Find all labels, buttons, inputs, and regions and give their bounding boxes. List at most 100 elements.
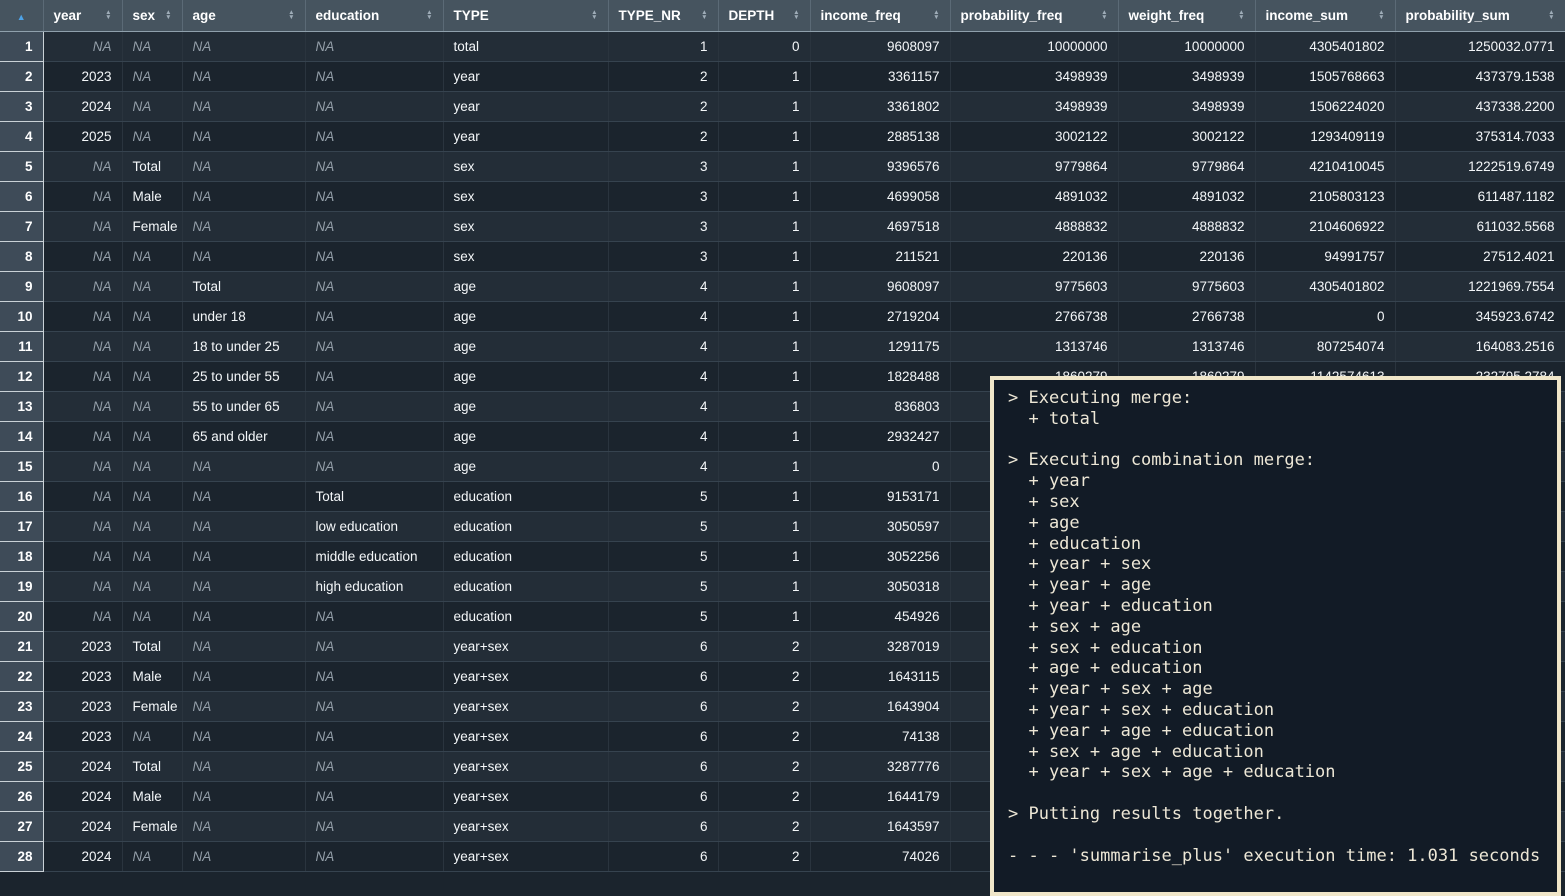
cell-income_freq: 836803 [810, 391, 950, 421]
cell-age: NA [182, 721, 305, 751]
cell-income_freq: 1643904 [810, 691, 950, 721]
cell-year: NA [43, 211, 122, 241]
column-header-probability_freq[interactable]: probability_freq▲▼ [950, 0, 1118, 31]
cell-weight_freq: 4891032 [1118, 181, 1255, 211]
console-line: + year + education [1008, 596, 1549, 617]
column-header-label: education [316, 8, 380, 23]
row-number: 25 [0, 751, 43, 781]
cell-income_freq: 9396576 [810, 151, 950, 181]
cell-education: low education [305, 511, 443, 541]
cell-education: NA [305, 241, 443, 271]
cell-sex: NA [122, 481, 182, 511]
sort-icon: ▲▼ [1101, 10, 1107, 21]
column-header-label: age [193, 8, 216, 23]
cell-probability_freq: 3498939 [950, 61, 1118, 91]
column-header-DEPTH[interactable]: DEPTH▲▼ [718, 0, 810, 31]
row-number: 12 [0, 361, 43, 391]
row-number: 2 [0, 61, 43, 91]
console-line [1008, 783, 1549, 804]
cell-DEPTH: 2 [718, 691, 810, 721]
column-header-sex[interactable]: sex▲▼ [122, 0, 182, 31]
cell-sex: Male [122, 181, 182, 211]
table-row: 32024NANANAyear2133618023498939349893915… [0, 91, 1565, 121]
cell-weight_freq: 220136 [1118, 241, 1255, 271]
cell-DEPTH: 1 [718, 301, 810, 331]
cell-education: NA [305, 601, 443, 631]
column-header-weight_freq[interactable]: weight_freq▲▼ [1118, 0, 1255, 31]
cell-sex: Male [122, 781, 182, 811]
cell-income_sum: 1293409119 [1255, 121, 1395, 151]
row-number: 26 [0, 781, 43, 811]
cell-TYPE_NR: 4 [608, 421, 718, 451]
cell-TYPE_NR: 5 [608, 601, 718, 631]
console-line: + sex + education [1008, 638, 1549, 659]
console-line: + year + age + education [1008, 721, 1549, 742]
cell-year: NA [43, 511, 122, 541]
cell-age: NA [182, 91, 305, 121]
row-number: 24 [0, 721, 43, 751]
cell-income_freq: 2932427 [810, 421, 950, 451]
cell-TYPE: education [443, 511, 608, 541]
cell-TYPE_NR: 5 [608, 481, 718, 511]
cell-DEPTH: 1 [718, 331, 810, 361]
table-row: 42025NANANAyear2128851383002122300212212… [0, 121, 1565, 151]
column-header-TYPE[interactable]: TYPE▲▼ [443, 0, 608, 31]
cell-TYPE: year+sex [443, 841, 608, 871]
column-header-TYPE_NR[interactable]: TYPE_NR▲▼ [608, 0, 718, 31]
cell-income_freq: 3050597 [810, 511, 950, 541]
cell-DEPTH: 2 [718, 781, 810, 811]
cell-DEPTH: 1 [718, 451, 810, 481]
cell-year: 2023 [43, 631, 122, 661]
table-row: 1NANANANAtotal10960809710000000100000004… [0, 31, 1565, 61]
column-header-income_sum[interactable]: income_sum▲▼ [1255, 0, 1395, 31]
column-header-education[interactable]: education▲▼ [305, 0, 443, 31]
cell-TYPE_NR: 4 [608, 271, 718, 301]
cell-education: NA [305, 121, 443, 151]
cell-TYPE: year [443, 121, 608, 151]
cell-age: NA [182, 31, 305, 61]
cell-income_freq: 3361802 [810, 91, 950, 121]
console-line: + age + education [1008, 658, 1549, 679]
row-number: 15 [0, 451, 43, 481]
cell-education: NA [305, 211, 443, 241]
cell-year: 2024 [43, 811, 122, 841]
console-line: > Executing merge: [1008, 388, 1549, 409]
table-row: 7NAFemaleNANAsex314697518488883248888322… [0, 211, 1565, 241]
column-header-income_freq[interactable]: income_freq▲▼ [810, 0, 950, 31]
cell-DEPTH: 1 [718, 241, 810, 271]
row-number: 10 [0, 301, 43, 331]
table-row: 11NANA18 to under 25NAage411291175131374… [0, 331, 1565, 361]
column-header-probability_sum[interactable]: probability_sum▲▼ [1395, 0, 1565, 31]
cell-TYPE: year+sex [443, 721, 608, 751]
cell-age: 25 to under 55 [182, 361, 305, 391]
cell-TYPE: age [443, 361, 608, 391]
cell-income_freq: 3287776 [810, 751, 950, 781]
column-header-age[interactable]: age▲▼ [182, 0, 305, 31]
cell-sex: NA [122, 31, 182, 61]
corner-sort-header[interactable]: ▲ [0, 0, 43, 31]
cell-TYPE_NR: 4 [608, 361, 718, 391]
column-header-year[interactable]: year▲▼ [43, 0, 122, 31]
console-line: + year + sex + age [1008, 679, 1549, 700]
cell-age: 18 to under 25 [182, 331, 305, 361]
cell-TYPE: sex [443, 181, 608, 211]
cell-sex: NA [122, 511, 182, 541]
cell-age: NA [182, 571, 305, 601]
cell-probability_sum: 345923.6742 [1395, 301, 1565, 331]
cell-TYPE: year+sex [443, 751, 608, 781]
cell-TYPE_NR: 4 [608, 331, 718, 361]
column-header-label: probability_sum [1406, 8, 1510, 23]
cell-sex: NA [122, 331, 182, 361]
cell-education: NA [305, 271, 443, 301]
row-number: 17 [0, 511, 43, 541]
cell-year: NA [43, 481, 122, 511]
cell-age: NA [182, 751, 305, 781]
cell-age: NA [182, 601, 305, 631]
cell-income_sum: 1506224020 [1255, 91, 1395, 121]
row-number: 21 [0, 631, 43, 661]
column-header-label: weight_freq [1129, 8, 1205, 23]
cell-TYPE_NR: 6 [608, 781, 718, 811]
cell-weight_freq: 2766738 [1118, 301, 1255, 331]
sort-icon: ▲▼ [165, 10, 171, 21]
cell-year: 2023 [43, 61, 122, 91]
